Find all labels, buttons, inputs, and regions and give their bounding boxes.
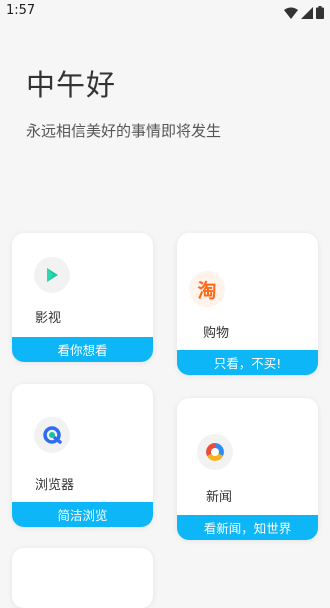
card-news-tagline: 看新闻，知世界 <box>177 515 318 540</box>
card-news-label: 新闻 <box>206 490 233 505</box>
card-video[interactable]: 影视 看你想看 <box>12 233 153 362</box>
card-video-tagline: 看你想看 <box>12 337 153 362</box>
status-icons <box>284 4 324 23</box>
card-video-label: 影视 <box>35 311 62 326</box>
taobao-glyph: 淘 <box>197 279 217 302</box>
browser-icon <box>34 417 70 453</box>
status-time: 1:57 <box>6 3 36 18</box>
card-browser[interactable]: 浏览器 简洁浏览 <box>12 384 153 527</box>
play-icon <box>34 257 70 293</box>
card-shopping[interactable]: 淘 购物 只看，不买! <box>177 233 318 375</box>
card-browser-tagline: 简洁浏览 <box>12 502 153 527</box>
card-news[interactable]: 新闻 看新闻，知世界 <box>177 398 318 540</box>
card-shopping-label: 购物 <box>203 326 230 341</box>
card-browser-label: 浏览器 <box>35 478 75 493</box>
card-shopping-tagline: 只看，不买! <box>177 350 318 375</box>
signal-icon <box>301 4 313 23</box>
battery-icon <box>316 4 324 23</box>
taobao-icon: 淘 <box>189 271 225 307</box>
card-partial[interactable] <box>12 548 153 608</box>
news-icon <box>197 434 233 470</box>
wifi-icon <box>284 4 298 23</box>
greeting-subtitle: 永远相信美好的事情即将发生 <box>26 122 222 140</box>
greeting-title: 中午好 <box>26 68 117 102</box>
status-bar: 1:57 <box>0 0 330 22</box>
